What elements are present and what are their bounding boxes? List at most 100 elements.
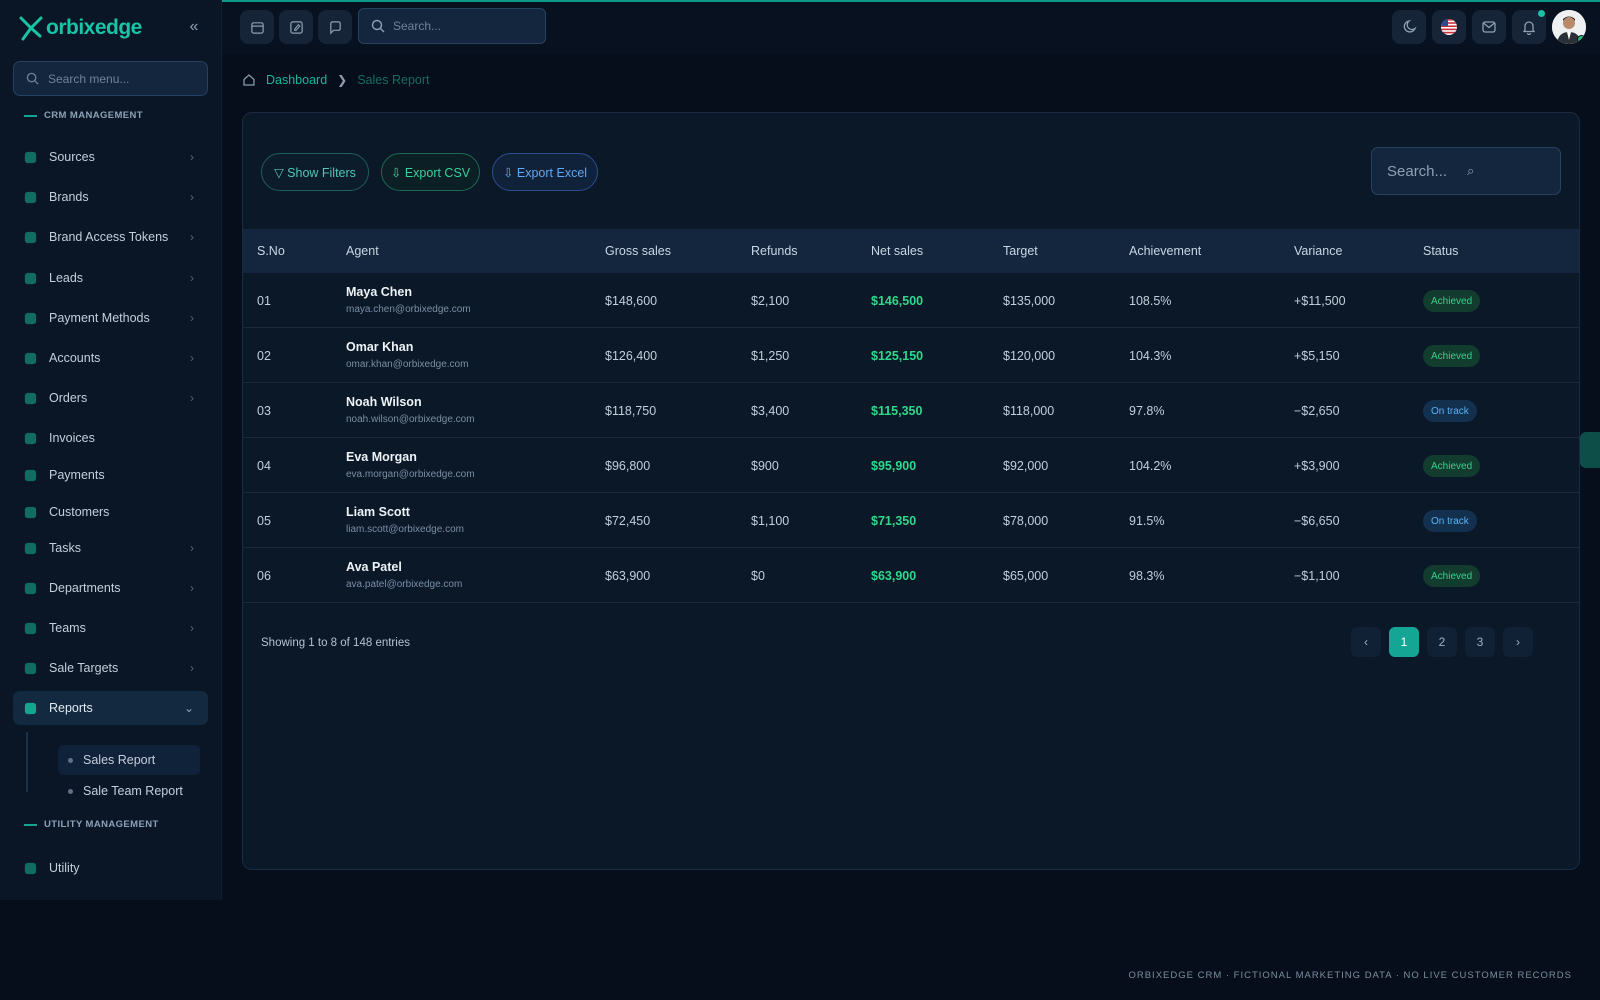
sidebar-item-departments[interactable]: Departments › [13, 571, 208, 605]
agent-email: omar.khan@orbixedge.com [346, 359, 469, 370]
sidebar-item-accounts[interactable]: Accounts › [13, 341, 208, 375]
sidebar-item-tasks[interactable]: Tasks › [13, 531, 208, 565]
pie-chart-icon [22, 700, 38, 716]
status-badge: Achieved [1423, 290, 1481, 312]
sidebar-item-sale-targets[interactable]: Sale Targets › [13, 651, 208, 685]
sidebar-item-label: Reports [49, 701, 93, 715]
sidebar-item-label: Payment Methods [49, 311, 150, 325]
sources-icon [22, 149, 38, 165]
column-header-status[interactable]: Status [1423, 244, 1458, 258]
chart-icon [22, 660, 38, 676]
export-excel-button[interactable]: ⇩ Export Excel [492, 153, 598, 191]
sidebar-item-orders[interactable]: Orders › [13, 381, 208, 415]
settings-drawer-tab[interactable] [1580, 432, 1600, 468]
sidebar-subitem-sale-team-report[interactable]: Sale Team Report [58, 776, 200, 806]
table-row[interactable]: 01 $148,600 $2,100 $135,000 108.5% +$11,500 $1… [243, 273, 1579, 328]
export-csv-button[interactable]: ⇩ Export CSV [381, 153, 480, 191]
chevron-right-icon: › [190, 581, 194, 595]
column-header-achievement[interactable]: Achievement [1129, 244, 1201, 258]
cell-refunds: $0 [751, 569, 765, 583]
cell-variance: −$2,650 [1294, 404, 1340, 418]
calendar-button[interactable] [240, 10, 274, 44]
section-crm-management: CRM MANAGEMENT [24, 110, 143, 121]
agent-name[interactable]: Noah Wilson [346, 395, 475, 409]
status-badge: On track [1423, 400, 1477, 422]
user-avatar[interactable] [1552, 10, 1586, 44]
brand-logo[interactable]: orbixedge [18, 14, 142, 42]
search-icon [371, 19, 385, 33]
edit-icon [289, 20, 303, 34]
chevron-right-icon: › [190, 271, 194, 285]
home-icon[interactable] [242, 73, 256, 87]
table-row[interactable]: 05 $72,450 $1,100 $78,000 91.5% −$6,650 $71,35… [243, 493, 1579, 548]
chevron-right-icon: › [190, 391, 194, 405]
table-row[interactable]: 02 $126,400 $1,250 $120,000 104.3% +$5,150 $12… [243, 328, 1579, 383]
agent-name[interactable]: Ava Patel [346, 560, 462, 574]
agent-email: liam.scott@orbixedge.com [346, 524, 464, 535]
cell-agent: Omar Khan omar.khan@orbixedge.com [346, 340, 468, 370]
pagination-page-3[interactable]: 3 [1465, 627, 1495, 657]
column-header-net-sales[interactable]: Net sales [871, 244, 923, 258]
column-header-variance[interactable]: Variance [1294, 244, 1342, 258]
pagination-next-button[interactable]: › [1503, 627, 1533, 657]
sidebar-subitem-sales-report[interactable]: Sales Report [58, 745, 200, 775]
chat-button[interactable] [318, 10, 352, 44]
cell-net-sales: $115,350 [871, 404, 923, 418]
sidebar-search-input[interactable] [48, 71, 198, 86]
chevron-right-icon: ❯ [337, 73, 348, 87]
global-search-input[interactable] [393, 19, 533, 33]
agent-email: ava.patel@orbixedge.com [346, 579, 463, 590]
column-header-gross-sales[interactable]: Gross sales [605, 244, 671, 258]
notifications-button[interactable] [1512, 10, 1546, 44]
sidebar-item-reports[interactable]: Reports ⌄ [13, 691, 208, 725]
agent-name[interactable]: Eva Morgan [346, 450, 475, 464]
sidebar-item-invoices[interactable]: Invoices [13, 421, 208, 455]
show-filters-button[interactable]: ▽ Show Filters [261, 153, 369, 191]
sidebar-item-teams[interactable]: Teams › [13, 611, 208, 645]
sidebar-item-customers[interactable]: Customers [13, 495, 208, 529]
column-header-target[interactable]: Target [1003, 244, 1038, 258]
table-row[interactable]: 06 $63,900 $0 $65,000 98.3% −$1,100 $63,900 Ava… [243, 548, 1579, 603]
table-row[interactable]: 04 $96,800 $900 $92,000 104.2% +$3,900 $95,900… [243, 438, 1579, 493]
column-header-sno[interactable]: S.No [257, 244, 285, 258]
cell-gross-sales: $118,750 [605, 404, 657, 418]
bullet-icon [68, 788, 73, 794]
pagination-page-1[interactable]: 1 [1389, 627, 1419, 657]
agent-name[interactable]: Maya Chen [346, 285, 471, 299]
notes-button[interactable] [279, 10, 313, 44]
pagination-page-2[interactable]: 2 [1427, 627, 1457, 657]
sidebar-item-utility[interactable]: Utility [13, 851, 208, 885]
breadcrumb: Dashboard ❯ Sales Report [242, 73, 429, 87]
users-icon [22, 504, 38, 520]
table-search-input[interactable] [1387, 162, 1457, 180]
sales-report-card: ▽ Show Filters ⇩ Export CSV ⇩ Export Exc… [242, 112, 1580, 870]
sidebar-item-brand-access-tokens[interactable]: Brand Access Tokens › [13, 220, 208, 254]
table-row[interactable]: 03 $118,750 $3,400 $118,000 97.8% −$2,650 $115… [243, 383, 1579, 438]
agent-name[interactable]: Liam Scott [346, 505, 464, 519]
status-badge: Achieved [1423, 455, 1481, 477]
chevron-down-icon: ⌄ [183, 701, 194, 715]
agent-name[interactable]: Omar Khan [346, 340, 468, 354]
sidebar-item-payment-methods[interactable]: Payment Methods › [13, 301, 208, 335]
column-header-agent[interactable]: Agent [346, 244, 379, 258]
sidebar-item-label: Brand Access Tokens [49, 230, 169, 244]
column-header-refunds[interactable]: Refunds [751, 244, 798, 258]
sidebar: orbixedge « CRM MANAGEMENT Sources› Brand… [0, 0, 222, 900]
collapse-sidebar-icon[interactable]: « [186, 18, 202, 36]
sidebar-item-label: Departments [49, 581, 121, 595]
cell-variance: +$3,900 [1294, 459, 1340, 473]
sidebar-item-payments[interactable]: Payments [13, 458, 208, 492]
language-button[interactable] [1432, 10, 1466, 44]
team-icon [22, 620, 38, 636]
sidebar-item-label: Accounts [49, 351, 101, 365]
breadcrumb-dashboard[interactable]: Dashboard [266, 73, 327, 87]
cell-achievement: 104.2% [1129, 459, 1172, 473]
sidebar-item-leads[interactable]: Leads › [13, 261, 208, 295]
theme-toggle-button[interactable] [1392, 10, 1426, 44]
brand-name: orbixedge [46, 16, 142, 39]
pagination-prev-button[interactable]: ‹ [1351, 627, 1381, 657]
sidebar-item-brands[interactable]: Brands › [13, 180, 208, 214]
cell-agent: Eva Morgan eva.morgan@orbixedge.com [346, 450, 475, 480]
mail-button[interactable] [1472, 10, 1506, 44]
sidebar-item-sources[interactable]: Sources › [13, 140, 208, 174]
